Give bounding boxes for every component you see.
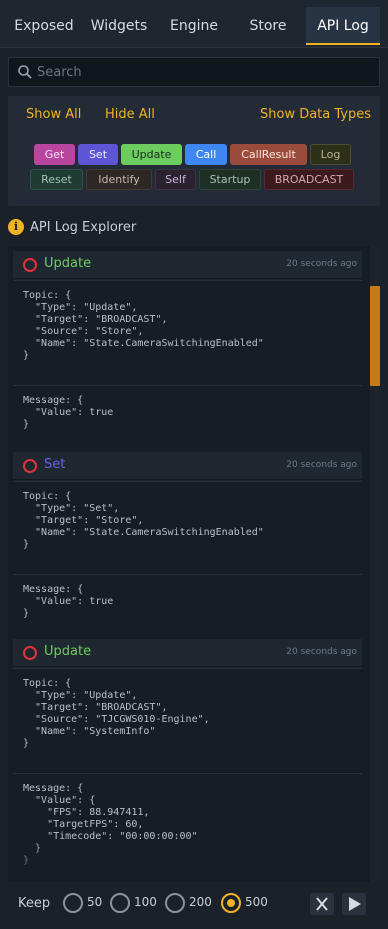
log-topic: Topic: { "Type": "Update", "Target": "BR… (23, 678, 210, 749)
log-entry-type: Update (44, 256, 92, 271)
log-entry[interactable]: Update 20 seconds ago Topic: { "Type": "… (13, 251, 362, 447)
log-entry-header[interactable]: Update 20 seconds ago (13, 639, 362, 667)
filter-chip-call[interactable]: Call (185, 144, 227, 165)
search-icon (18, 65, 32, 79)
info-icon: i (8, 219, 24, 235)
log-entry-header[interactable]: Set 20 seconds ago (13, 452, 362, 480)
radio-selected-icon (221, 893, 241, 913)
filter-panel: Show All Hide All Show Data Types Get Se… (8, 96, 380, 206)
filter-chip-reset[interactable]: Reset (30, 169, 83, 190)
log-entry-type: Update (44, 644, 92, 659)
status-ring-icon (23, 459, 37, 473)
log-message: Message: { "Value": true } (23, 395, 114, 430)
hide-all-button[interactable]: Hide All (105, 107, 155, 122)
filter-chip-update[interactable]: Update (121, 144, 182, 165)
status-ring-icon (23, 646, 37, 660)
filter-chip-callresult[interactable]: CallResult (230, 144, 307, 165)
tab-engine[interactable]: Engine (159, 7, 229, 45)
clear-log-button[interactable] (310, 893, 334, 915)
log-topic: Topic: { "Type": "Update", "Target": "BR… (23, 290, 264, 361)
filter-chip-set[interactable]: Set (78, 144, 118, 165)
search-input[interactable] (37, 61, 367, 83)
tab-widgets[interactable]: Widgets (84, 7, 154, 45)
log-entry-time: 20 seconds ago (286, 460, 357, 470)
log-explorer-title: API Log Explorer (30, 220, 137, 235)
filter-chip-get[interactable]: Get (34, 144, 75, 165)
tab-api-log[interactable]: API Log (306, 7, 380, 45)
log-entry[interactable]: Set 20 seconds ago Topic: { "Type": "Set… (13, 452, 362, 635)
keep-label: Keep (18, 896, 51, 911)
keep-option-label: 500 (245, 895, 268, 909)
show-data-types-button[interactable]: Show Data Types (260, 107, 371, 122)
filter-chip-log[interactable]: Log (310, 144, 351, 165)
tab-store[interactable]: Store (234, 7, 302, 45)
filter-chip-identify[interactable]: Identify (86, 169, 152, 190)
radio-icon (110, 893, 130, 913)
status-ring-icon (23, 258, 37, 272)
log-fade-overlay (8, 840, 370, 882)
log-list[interactable]: Update 20 seconds ago Topic: { "Type": "… (8, 246, 380, 882)
tab-bar: Exposed Widgets Engine Store API Log (0, 0, 388, 48)
log-topic-block: Topic: { "Type": "Update", "Target": "BR… (13, 280, 362, 385)
filter-chip-self[interactable]: Self (155, 169, 196, 190)
log-footer: Keep 50 100 200 500 (0, 885, 388, 929)
keep-option-label: 50 (87, 895, 103, 909)
scrollbar-thumb[interactable] (370, 286, 380, 386)
tab-exposed[interactable]: Exposed (8, 7, 80, 45)
log-topic-block: Topic: { "Type": "Set", "Target": "Store… (13, 481, 362, 574)
radio-icon (165, 893, 185, 913)
log-entry-time: 20 seconds ago (286, 647, 357, 657)
play-button[interactable] (342, 893, 366, 915)
log-entry-time: 20 seconds ago (286, 259, 357, 269)
log-entry-header[interactable]: Update 20 seconds ago (13, 251, 362, 279)
show-all-button[interactable]: Show All (26, 107, 81, 122)
log-topic: Topic: { "Type": "Set", "Target": "Store… (23, 491, 264, 550)
close-icon (316, 897, 328, 911)
keep-option-label: 200 (189, 895, 212, 909)
filter-chip-broadcast[interactable]: BROADCAST (264, 169, 354, 190)
log-entry-type: Set (44, 457, 66, 472)
log-message-block: Message: { "Value": true } (13, 574, 362, 635)
log-message-block: Message: { "Value": true } (13, 385, 362, 447)
keep-option-label: 100 (134, 895, 157, 909)
play-icon (349, 897, 361, 911)
log-topic-block: Topic: { "Type": "Update", "Target": "BR… (13, 668, 362, 773)
radio-icon (63, 893, 83, 913)
log-message: Message: { "Value": true } (23, 584, 114, 619)
filter-chip-startup[interactable]: Startup (199, 169, 261, 190)
search-box (8, 57, 380, 87)
